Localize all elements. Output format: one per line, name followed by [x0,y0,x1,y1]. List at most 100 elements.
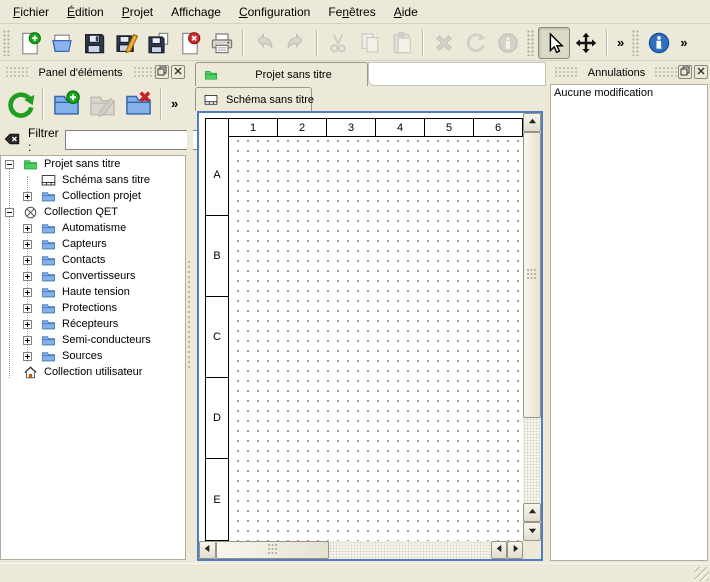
grid-corner-cell [206,119,229,136]
expand-icon[interactable] [23,304,32,313]
save-all-button[interactable] [142,27,174,59]
tree-item-collection-utilisateur[interactable]: Collection utilisateur [1,364,185,380]
element-info-button [492,27,524,59]
print-button[interactable] [206,27,238,59]
row-header-c: C [206,297,228,378]
schematic-canvas[interactable]: 123456 ABCDE [199,113,523,541]
menu-aide[interactable]: Aide [385,2,427,22]
elements-panel-titlebar[interactable]: Panel d'éléments [2,63,185,82]
delete-category-button[interactable] [120,86,156,122]
folder-green-icon [21,156,39,172]
save-as-button[interactable] [110,27,142,59]
cut-button [322,27,354,59]
tree-item-convertisseurs[interactable]: Convertisseurs [1,268,185,284]
elements-tree: Projet sans titreSchéma sans titreCollec… [0,155,186,560]
expand-icon[interactable] [23,272,32,281]
home-icon [21,364,39,380]
scroll-right-button[interactable] [507,541,523,559]
tree-item-sources[interactable]: Sources [1,348,185,364]
vertical-scroll-thumb[interactable] [523,132,541,418]
about-button[interactable] [643,27,675,59]
tree-item-collection-projet[interactable]: Collection projet [1,188,185,204]
tree-item-contacts[interactable]: Contacts [1,252,185,268]
resize-grip[interactable] [695,567,709,581]
new-file-button[interactable] [14,27,46,59]
tree-item-label: Protections [62,302,117,314]
menu-fichier[interactable]: Fichier [4,2,58,22]
menu-projet[interactable]: Projet [113,2,162,22]
folder-blue-icon [39,332,57,348]
expand-icon[interactable] [23,256,32,265]
new-category-button[interactable] [48,86,84,122]
scroll-down-button[interactable] [523,522,541,541]
tree-item-capteurs[interactable]: Capteurs [1,236,185,252]
open-button[interactable] [46,27,78,59]
float-panel-button[interactable] [678,65,692,79]
tree-item-label: Récepteurs [62,318,118,330]
tree-item-automatisme[interactable]: Automatisme [1,220,185,236]
toolbar-extension-button-2[interactable]: » [675,28,692,58]
column-header-2: 2 [278,119,327,136]
expand-icon[interactable] [23,288,32,297]
scroll-up-button[interactable] [523,113,541,132]
folder-blue-icon [39,300,57,316]
close-file-button[interactable] [174,27,206,59]
scroll-left-button[interactable] [199,541,216,559]
arrow-up-icon [528,117,537,129]
expand-icon[interactable] [23,240,32,249]
elements-panel-dock: Panel d'éléments » Filtrer : Projet sans… [0,61,187,563]
folder-blue-icon [39,316,57,332]
panel-toolbar-extension-button[interactable]: » [166,89,183,119]
toolbar-drag-handle[interactable] [632,30,640,56]
expand-icon[interactable] [23,352,32,361]
collapse-icon[interactable] [5,160,14,169]
tree-item-label: Contacts [62,254,105,266]
reload-collections-button[interactable] [2,86,38,122]
toolbar-separator [42,88,44,120]
move-tool-button[interactable] [570,27,602,59]
tree-item-schema-sans-titre[interactable]: Schéma sans titre [1,172,185,188]
expand-icon[interactable] [23,224,32,233]
tree-item-collection-qet[interactable]: Collection QET [1,204,185,220]
close-panel-button[interactable] [694,65,708,79]
scroll-groove[interactable] [523,418,541,503]
vertical-scrollbar[interactable] [523,113,541,541]
toolbar-drag-handle[interactable] [3,30,11,56]
menu-affichage[interactable]: Affichage [162,2,230,22]
tab-schema-sans-titre[interactable]: Schéma sans titre [195,87,312,111]
clear-filter-button[interactable] [2,131,22,149]
horizontal-scroll-thumb[interactable] [216,541,329,559]
menu-edition[interactable]: Édition [58,2,113,22]
tab-project-sans-titre[interactable]: Projet sans titre [195,62,368,86]
select-tool-button[interactable] [538,27,570,59]
tree-item-semi-conducteurs[interactable]: Semi-conducteurs [1,332,185,348]
expand-icon[interactable] [23,192,32,201]
delete-icon [432,31,456,55]
toolbar-drag-handle[interactable] [527,30,535,56]
close-panel-button[interactable] [171,65,185,79]
float-panel-button[interactable] [155,65,169,79]
tree-item-label: Collection QET [44,206,118,218]
new-file-icon [18,31,42,55]
folder-blue-icon [39,348,57,364]
scroll-left-button-2[interactable] [491,541,507,559]
menu-configuration[interactable]: Configuration [230,2,319,22]
save-button[interactable] [78,27,110,59]
scroll-up-button-2[interactable] [523,503,541,522]
scroll-groove-h[interactable] [329,541,491,559]
horizontal-scrollbar[interactable] [199,541,523,559]
rotate-button [460,27,492,59]
expand-icon[interactable] [23,336,32,345]
undo-panel-titlebar[interactable]: Annulations [551,63,708,82]
menu-fenetres[interactable]: Fenêtres [319,2,384,22]
tree-item-projet-sans-titre[interactable]: Projet sans titre [1,156,185,172]
undo-history-list[interactable]: Aucune modification [550,84,708,561]
tree-item-haute-tension[interactable]: Haute tension [1,284,185,300]
folder-del-icon [124,90,153,119]
collapse-icon[interactable] [5,208,14,217]
toolbar-separator [242,30,244,56]
tree-item-protections[interactable]: Protections [1,300,185,316]
tree-item-recepteurs[interactable]: Récepteurs [1,316,185,332]
expand-icon[interactable] [23,320,32,329]
toolbar-extension-button[interactable]: » [612,28,629,58]
